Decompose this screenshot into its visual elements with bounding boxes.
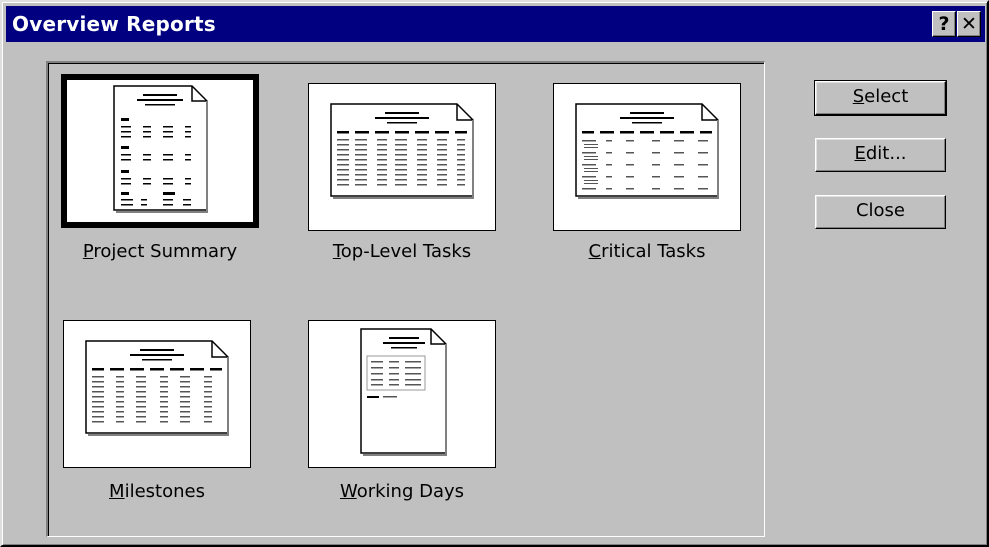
report-label-critical-tasks[interactable]: Critical Tasks [539,241,755,262]
report-rest-critical-tasks: ritical Tasks [601,241,706,262]
report-tile-project-summary[interactable] [61,74,259,228]
dialog-title: Overview Reports [12,12,216,36]
report-accel-critical-tasks: C [588,241,602,262]
milestones-report-icon [85,340,229,436]
close-button[interactable]: Close [815,195,946,229]
report-accel-top-level-tasks: T [332,241,341,262]
report-accel-project-summary: P [82,241,94,262]
report-accel-milestones: M [109,481,125,502]
overview-reports-dialog: Overview Reports ? ✕ Project Summary Top… [0,0,989,547]
select-button-accel: S [852,86,865,107]
select-button[interactable]: Select [814,80,947,116]
report-tile-top-level-tasks[interactable] [308,83,496,231]
report-label-milestones[interactable]: Milestones [49,481,265,502]
title-bar[interactable]: Overview Reports ? ✕ [6,6,985,42]
report-label-working-days[interactable]: Working Days [294,481,510,502]
top-level-tasks-report-icon [330,103,474,199]
edit-button-rest: dit... [865,143,907,164]
select-button-rest: elect [864,86,909,107]
help-button[interactable]: ? [932,11,956,37]
close-window-button[interactable]: ✕ [957,11,981,37]
close-button-label: Close [855,200,906,221]
critical-tasks-report-icon [575,103,719,199]
project-summary-report-icon [113,85,208,213]
edit-button-accel: E [854,143,866,164]
report-rest-milestones: ilestones [124,481,205,502]
report-label-project-summary[interactable]: Project Summary [48,241,272,262]
report-tile-milestones[interactable] [63,320,251,468]
report-tile-working-days[interactable] [308,320,496,468]
report-label-top-level-tasks[interactable]: Top-Level Tasks [294,241,510,262]
report-rest-working-days: orking Days [356,481,465,502]
working-days-report-icon [360,328,447,456]
report-rest-top-level-tasks: op-Level Tasks [340,241,472,262]
report-list: Project Summary Top-Level Tasks Critical… [46,61,765,537]
report-tile-critical-tasks[interactable] [553,83,741,231]
edit-button[interactable]: Edit... [815,138,946,172]
report-accel-working-days: W [339,481,357,502]
report-rest-project-summary: roject Summary [93,241,238,262]
